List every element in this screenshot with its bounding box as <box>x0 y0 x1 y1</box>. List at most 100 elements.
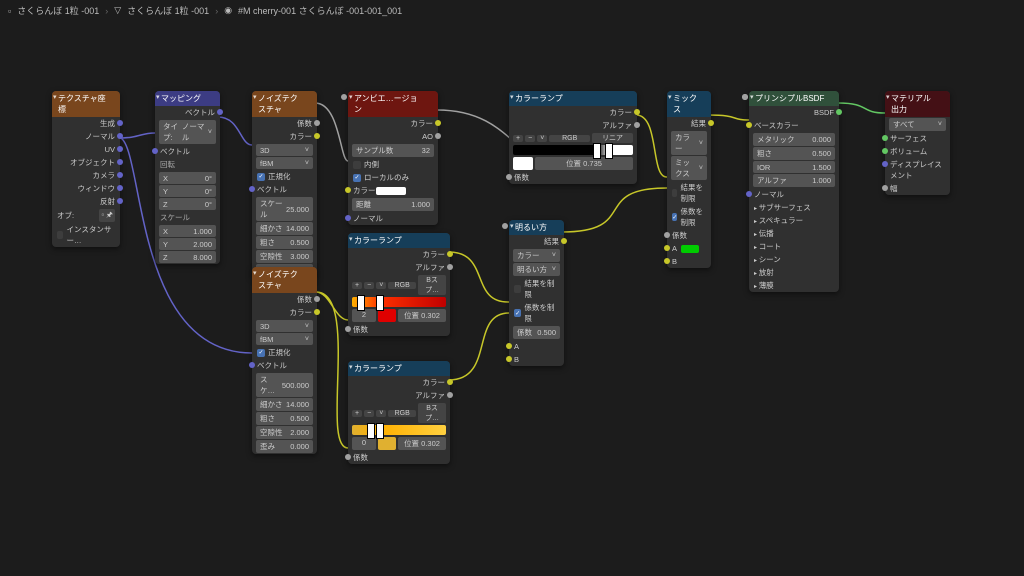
out-camera[interactable]: カメラ <box>52 169 120 182</box>
out-window[interactable]: ウィンドウ <box>52 182 120 195</box>
dim-dropdown[interactable]: 3D <box>256 144 313 156</box>
ramp-pos[interactable]: 2位置 0.302 <box>352 309 446 322</box>
type-dropdown[interactable]: タイプ:ノーマル <box>159 120 216 144</box>
clamp-factor-check[interactable]: ✓係数を制限 <box>667 205 711 229</box>
inside-check[interactable]: 内側 <box>348 158 438 171</box>
sub-subsurface[interactable]: サブサーフェス <box>749 201 839 214</box>
detail-field[interactable]: 細かさ14.000 <box>256 398 313 411</box>
type-dropdown[interactable]: fBM <box>256 157 313 169</box>
node-principled-bsdf[interactable]: プリンシプルBSDF BSDF ベースカラー メタリック0.000 粗さ0.50… <box>749 91 839 292</box>
in-vector[interactable]: ベクトル <box>252 183 317 196</box>
out-alpha[interactable]: アルファ <box>509 119 637 132</box>
out-color[interactable]: カラー <box>348 248 450 261</box>
scale-y[interactable]: Y2.000 <box>159 238 216 250</box>
rough-field[interactable]: 粗さ0.500 <box>256 236 313 249</box>
out-fac[interactable]: 係数 <box>252 117 317 130</box>
node-editor-canvas[interactable]: テクスチャ座標 生成 ノーマル UV オブジェクト カメラ ウィンドウ 反射 オ… <box>0 18 1024 576</box>
out-fac[interactable]: 係数 <box>252 293 317 306</box>
local-check[interactable]: ✓ローカルのみ <box>348 171 438 184</box>
crumb-1[interactable]: さくらんぼ 1粒 -001 <box>17 4 99 17</box>
node-title[interactable]: テクスチャ座標 <box>52 91 120 117</box>
sub-coat[interactable]: コート <box>749 240 839 253</box>
ior-field[interactable]: IOR1.500 <box>753 161 835 173</box>
rot-z[interactable]: Z0° <box>159 198 216 210</box>
node-ambient-occlusion[interactable]: アンビエ…ージョン カラー AO サンプル数32 内側 ✓ローカルのみ カラー … <box>348 91 438 225</box>
out-reflection[interactable]: 反射 <box>52 195 120 208</box>
in-b[interactable]: B <box>667 255 711 268</box>
in-displacement[interactable]: ディスプレイスメント <box>885 158 950 182</box>
node-texture-coordinate[interactable]: テクスチャ座標 生成 ノーマル UV オブジェクト カメラ ウィンドウ 反射 オ… <box>52 91 120 247</box>
blend-dropdown[interactable]: 明るい方 <box>513 263 560 276</box>
out-object[interactable]: オブジェクト <box>52 156 120 169</box>
out-color[interactable]: カラー <box>348 117 438 130</box>
in-normal[interactable]: ノーマル <box>348 212 438 225</box>
normalize-check[interactable]: ✓正規化 <box>252 170 317 183</box>
out-result[interactable]: 結果 <box>667 117 711 130</box>
detail-field[interactable]: 細かさ14.000 <box>256 222 313 235</box>
scale-field[interactable]: スケール25.000 <box>256 197 313 221</box>
sub-specular[interactable]: スペキュラー <box>749 214 839 227</box>
metallic-field[interactable]: メタリック0.000 <box>753 133 835 146</box>
in-fac[interactable]: 係数 <box>667 229 711 242</box>
in-fac[interactable]: 係数 <box>348 323 450 336</box>
node-title[interactable]: ノイズテクスチャ <box>252 91 317 117</box>
in-fac[interactable]: 係数 <box>348 451 450 464</box>
sub-transmission[interactable]: 伝播 <box>749 227 839 240</box>
ramp-gradient[interactable] <box>352 425 446 435</box>
node-title[interactable]: マテリアル出力 <box>885 91 950 117</box>
node-title[interactable]: プリンシプルBSDF <box>749 91 839 106</box>
rough-field[interactable]: 粗さ0.500 <box>753 147 835 160</box>
out-uv[interactable]: UV <box>52 143 120 156</box>
out-generated[interactable]: 生成 <box>52 117 120 130</box>
node-material-output[interactable]: マテリアル出力 すべて サーフェス ボリューム ディスプレイスメント 幅 <box>885 91 950 195</box>
normalize-check[interactable]: ✓正規化 <box>252 346 317 359</box>
clamp-factor-check[interactable]: ✓係数を制限 <box>509 301 564 325</box>
rough-field[interactable]: 粗さ0.500 <box>256 412 313 425</box>
out-color[interactable]: カラー <box>252 130 317 143</box>
type-dropdown[interactable]: fBM <box>256 333 313 345</box>
out-normal[interactable]: ノーマル <box>52 130 120 143</box>
ramp-controls[interactable]: +−˅RGBリニア <box>513 133 633 143</box>
in-fac[interactable]: 係数 <box>509 171 637 184</box>
in-color[interactable]: カラー <box>348 184 438 197</box>
node-title[interactable]: カラーランプ <box>509 91 637 106</box>
scale-field[interactable]: スケ…500.000 <box>256 373 313 397</box>
scale-x[interactable]: X1.000 <box>159 225 216 237</box>
lac-field[interactable]: 空隙性2.000 <box>256 426 313 439</box>
in-volume[interactable]: ボリューム <box>885 145 950 158</box>
in-thickness[interactable]: 幅 <box>885 182 950 195</box>
node-color-ramp-3[interactable]: カラーランプ カラー アルファ +−˅RGBBスプ… 0位置 0.302 係数 <box>348 361 450 464</box>
out-alpha[interactable]: アルファ <box>348 261 450 274</box>
ramp-controls[interactable]: +−˅RGBBスプ… <box>352 403 446 423</box>
ramp-gradient[interactable] <box>513 145 633 155</box>
ramp-pos[interactable]: 位置 0.735 <box>513 157 633 170</box>
rot-x[interactable]: X0° <box>159 172 216 184</box>
node-color-ramp-2[interactable]: カラーランプ カラー アルファ +−˅RGBBスプ… 2位置 0.302 係数 <box>348 233 450 336</box>
in-base-color[interactable]: ベースカラー <box>749 119 839 132</box>
scale-z[interactable]: Z8.000 <box>159 251 216 263</box>
out-vector[interactable]: ベクトル <box>155 106 220 119</box>
target-dropdown[interactable]: すべて <box>889 118 946 131</box>
ramp-gradient[interactable] <box>352 297 446 307</box>
node-mapping[interactable]: マッピング ベクトル タイプ:ノーマル ベクトル 回転 X0° Y0° Z0° … <box>155 91 220 264</box>
in-a[interactable]: A <box>667 242 711 255</box>
out-alpha[interactable]: アルファ <box>348 389 450 402</box>
ramp-controls[interactable]: +−˅RGBBスプ… <box>352 275 446 295</box>
sub-sheen[interactable]: シーン <box>749 253 839 266</box>
dist-field[interactable]: 距離1.000 <box>352 198 434 211</box>
lac-field[interactable]: 空隙性3.000 <box>256 250 313 263</box>
out-color[interactable]: カラー <box>509 106 637 119</box>
node-title[interactable]: ノイズテクスチャ <box>252 267 317 293</box>
node-color-ramp-1[interactable]: カラーランプ カラー アルファ +−˅RGBリニア 位置 0.735 係数 <box>509 91 637 184</box>
in-b[interactable]: B <box>509 353 564 366</box>
node-noise-texture-1[interactable]: ノイズテクスチャ 係数 カラー 3D fBM ✓正規化 ベクトル スケール25.… <box>252 91 317 278</box>
dist-field[interactable]: 歪み0.000 <box>256 440 313 453</box>
node-title[interactable]: カラーランプ <box>348 361 450 376</box>
node-title[interactable]: カラーランプ <box>348 233 450 248</box>
type-dropdown[interactable]: カラー <box>671 131 707 155</box>
in-vector[interactable]: ベクトル <box>252 359 317 372</box>
out-color[interactable]: カラー <box>348 376 450 389</box>
alpha-field[interactable]: アルファ1.000 <box>753 174 835 187</box>
out-bsdf[interactable]: BSDF <box>749 106 839 119</box>
in-normal[interactable]: ノーマル <box>749 188 839 201</box>
